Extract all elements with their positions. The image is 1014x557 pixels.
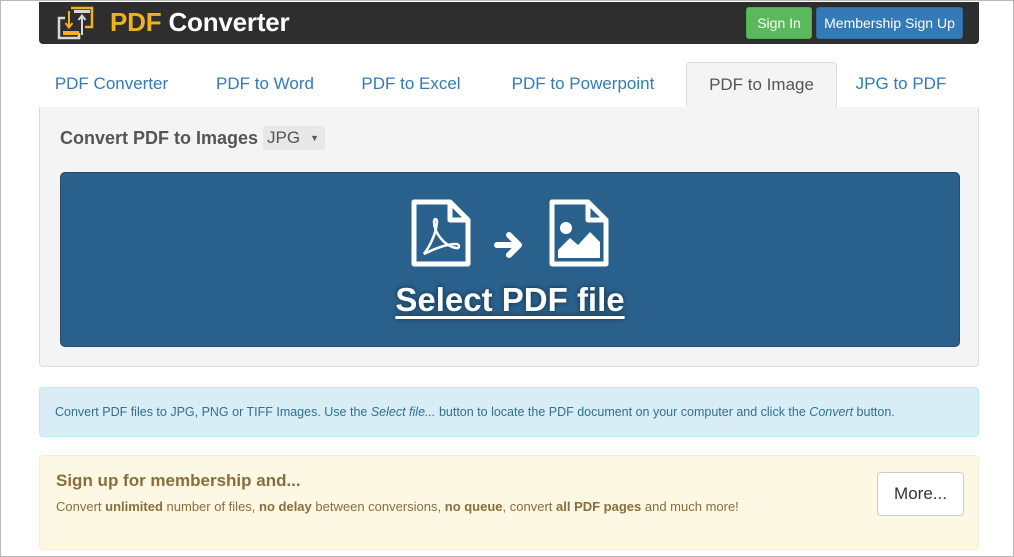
promo-title: Sign up for membership and... xyxy=(56,471,301,490)
more-button[interactable]: More... xyxy=(877,472,964,516)
promo-text-segment: , convert xyxy=(502,499,556,514)
brand-pdf-text: PDF xyxy=(110,7,162,37)
image-file-icon xyxy=(549,199,609,267)
converter-tabs: PDF Converter PDF to Word PDF to Excel P… xyxy=(39,62,979,109)
promo-bold-no-delay: no delay xyxy=(259,499,312,514)
convert-arrows-icon xyxy=(57,6,94,40)
membership-sign-up-button[interactable]: Membership Sign Up xyxy=(816,7,963,39)
pdf-file-icon xyxy=(411,199,471,267)
promo-bold-unlimited: unlimited xyxy=(105,499,163,514)
tab-pdf-to-powerpoint[interactable]: PDF to Powerpoint xyxy=(494,62,672,108)
select-pdf-file-button[interactable]: Select PDF file xyxy=(60,172,960,347)
promo-text-segment: between conversions, xyxy=(311,499,445,514)
info-text-2: button to locate the PDF document on you… xyxy=(435,405,810,419)
select-pdf-file-label[interactable]: Select PDF file xyxy=(61,281,959,319)
convert-label: Convert PDF to Images xyxy=(60,128,259,148)
promo-text-segment: and much more! xyxy=(641,499,739,514)
sign-in-button[interactable]: Sign In xyxy=(746,7,812,39)
promo-bold-no-queue: no queue xyxy=(444,499,503,514)
image-format-select[interactable]: JPG ▼ xyxy=(263,126,325,150)
info-select-file-em: Select file... xyxy=(370,405,436,419)
membership-promo: Sign up for membership and... Convert un… xyxy=(39,455,979,550)
info-alert: Convert PDF files to JPG, PNG or TIFF Im… xyxy=(39,387,979,437)
promo-text: Convert unlimited number of files, no de… xyxy=(56,499,739,515)
chevron-down-icon: ▼ xyxy=(310,133,319,143)
brand-converter-text: Converter xyxy=(168,7,290,37)
tab-pdf-to-image[interactable]: PDF to Image xyxy=(686,62,837,109)
info-convert-em: Convert xyxy=(809,405,854,419)
promo-bold-all-pages: all PDF pages xyxy=(556,499,642,514)
promo-text-segment: Convert xyxy=(56,499,106,514)
tab-pdf-converter[interactable]: PDF Converter xyxy=(39,62,184,108)
tab-pdf-to-excel[interactable]: PDF to Excel xyxy=(346,62,476,108)
info-text-1: Convert PDF files to JPG, PNG or TIFF Im… xyxy=(55,405,371,419)
promo-text-segment: number of files, xyxy=(162,499,260,514)
top-navbar: PDF Converter Sign In Membership Sign Up xyxy=(39,2,979,44)
converter-panel: Convert PDF to Images JPG ▼ Select PDF f… xyxy=(39,107,979,367)
arrow-right-icon xyxy=(494,232,522,258)
brand-logo[interactable]: PDF Converter xyxy=(110,7,290,37)
format-selected-value: JPG xyxy=(267,128,301,147)
tab-jpg-to-pdf[interactable]: JPG to PDF xyxy=(845,62,957,108)
info-text-3: button. xyxy=(853,405,895,419)
tab-pdf-to-word[interactable]: PDF to Word xyxy=(197,62,333,108)
